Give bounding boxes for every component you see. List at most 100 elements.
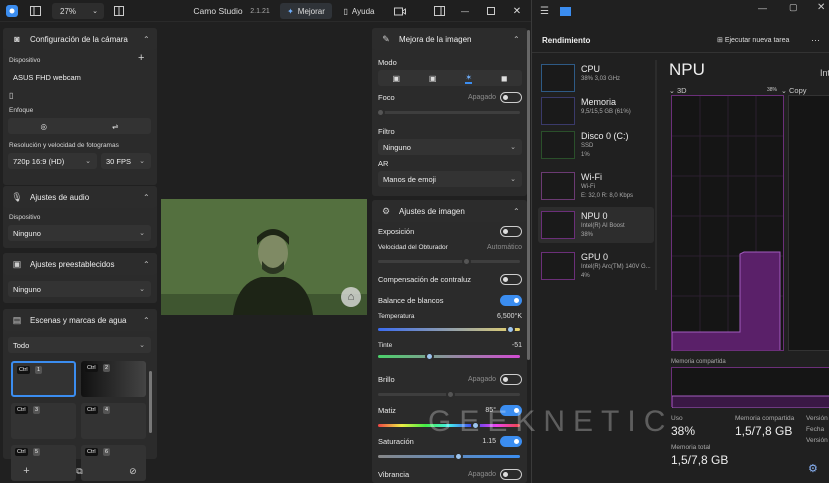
focus-slider-knob[interactable] bbox=[376, 108, 385, 117]
temperature-slider[interactable] bbox=[378, 325, 520, 334]
resource-detail: E: 32,0 R: 8,0 Kbps bbox=[581, 193, 634, 199]
focus-toggle[interactable] bbox=[500, 91, 522, 103]
focus-row: Foco Apagado bbox=[378, 91, 522, 103]
white-balance-toggle[interactable] bbox=[500, 294, 522, 306]
new-task-button[interactable]: ⊞ Ejecutar nueva tarea bbox=[717, 36, 789, 44]
resource-card[interactable]: NPU 0 Intel(R) AI Boost 38% bbox=[538, 207, 654, 243]
performance-title: Rendimiento bbox=[542, 36, 591, 45]
audio-header[interactable]: 🎙 Ajustes de audio ⌃ bbox=[3, 186, 157, 208]
minimize-icon[interactable]: — bbox=[758, 3, 767, 13]
directx-version-label: Versión bbox=[806, 437, 828, 444]
vibrance-toggle[interactable] bbox=[500, 468, 522, 480]
scenes-icon: ▤ bbox=[12, 314, 22, 325]
audio-device-select[interactable]: Ninguno ⌄ bbox=[8, 225, 151, 241]
backlight-toggle[interactable] bbox=[500, 273, 522, 285]
presets-select[interactable]: Ninguno ⌄ bbox=[8, 281, 151, 297]
focus-label: Foco bbox=[378, 92, 395, 102]
saturation-slider-knob[interactable] bbox=[453, 452, 463, 461]
improve-button[interactable]: ✦ Mejorar bbox=[280, 3, 332, 19]
chevron-up-icon: ⌃ bbox=[513, 34, 520, 44]
focus-mode-selector[interactable]: ◎ ⇌ bbox=[8, 118, 151, 134]
resource-card[interactable]: Memoria 9,5/15,5 GB (61%) bbox=[538, 93, 654, 129]
duplicate-scene-icon[interactable]: ⧉ bbox=[76, 466, 82, 477]
brightness-slider-knob[interactable] bbox=[446, 390, 455, 399]
saturation-slider[interactable] bbox=[378, 452, 520, 461]
scene-thumbnail[interactable]: Ctrl 3 bbox=[11, 403, 76, 439]
mode-person-icon[interactable]: ▣ bbox=[429, 74, 437, 83]
close-icon[interactable]: ✕ bbox=[817, 2, 825, 13]
zoom-select[interactable]: 27% ⌄ bbox=[52, 3, 104, 19]
panel-toggle-icon[interactable] bbox=[432, 3, 446, 19]
focus-auto-icon[interactable]: ◎ bbox=[41, 122, 48, 131]
resource-card[interactable]: GPU 0 Intel(R) Arc(TM) 140V G... 4% bbox=[538, 248, 654, 284]
settings-icon[interactable]: ⚙ bbox=[808, 462, 818, 475]
shared-memory-graph-label: Memoria compartida bbox=[671, 359, 726, 365]
shared-memory-value: 1,5/7,8 GB bbox=[735, 424, 793, 438]
camera-record-icon[interactable] bbox=[390, 3, 410, 19]
exposure-toggle[interactable] bbox=[500, 225, 522, 237]
chevron-up-icon: ⌃ bbox=[143, 259, 150, 269]
scenes-scrollbar[interactable] bbox=[149, 371, 152, 433]
resource-thumbnail bbox=[541, 172, 575, 200]
scenes-header[interactable]: ▤ Escenas y marcas de agua ⌃ bbox=[3, 309, 157, 331]
brightness-toggle[interactable] bbox=[500, 373, 522, 385]
add-scene-icon[interactable]: + bbox=[23, 465, 29, 477]
scene-thumbnail[interactable]: Ctrl 4 bbox=[81, 403, 146, 439]
scene-shortcut-number: 6 bbox=[103, 448, 111, 456]
split-view-icon[interactable] bbox=[112, 3, 126, 19]
add-device-icon[interactable]: + bbox=[138, 52, 144, 64]
adjust-header[interactable]: ⚙ Ajustes de imagen ⌃ bbox=[372, 200, 527, 222]
menu-icon[interactable]: ☰ bbox=[540, 6, 549, 17]
temperature-slider-knob[interactable] bbox=[505, 325, 515, 334]
mode-portrait-icon[interactable]: ▣ bbox=[392, 74, 400, 83]
ar-select[interactable]: Manos de emoji ⌄ bbox=[378, 171, 522, 187]
chevron-down-icon[interactable]: ⌄ bbox=[669, 87, 675, 95]
vibrance-state: Apagado bbox=[467, 470, 496, 478]
right-panel-scrollbar[interactable] bbox=[527, 30, 530, 360]
resource-thumbnail bbox=[541, 131, 575, 159]
brightness-slider[interactable] bbox=[378, 390, 520, 399]
ar-value: Manos de emoji bbox=[383, 174, 436, 184]
tint-label: Tinte bbox=[378, 341, 393, 349]
resource-card[interactable]: CPU 38% 3,03 GHz bbox=[538, 60, 654, 96]
total-memory-label: Memoria total bbox=[671, 444, 711, 451]
shutter-slider[interactable] bbox=[378, 257, 520, 266]
focus-manual-icon[interactable]: ⇌ bbox=[112, 122, 118, 131]
clipboard-icon[interactable]: ▯ bbox=[9, 91, 13, 100]
presets-header[interactable]: ▣ Ajustes preestablecidos ⌃ bbox=[3, 253, 157, 275]
tint-slider[interactable] bbox=[378, 352, 520, 361]
audio-device-label: Dispositivo bbox=[9, 214, 41, 221]
help-button[interactable]: ▯ Ayuda bbox=[338, 3, 380, 19]
resource-card[interactable]: Disco 0 (C:) SSD 1% bbox=[538, 127, 654, 163]
chevron-down-icon[interactable]: ⌄ bbox=[781, 87, 787, 95]
more-options-icon[interactable]: ⋯ bbox=[811, 35, 820, 46]
scene-thumbnail[interactable]: Ctrl 2 bbox=[81, 361, 146, 397]
minimize-icon[interactable]: — bbox=[458, 3, 472, 19]
maximize-icon[interactable] bbox=[484, 3, 498, 19]
resource-card[interactable]: Wi-Fi Wi-Fi E: 32,0 R: 8,0 Kbps bbox=[538, 168, 654, 204]
fps-select[interactable]: 30 FPS ⌄ bbox=[101, 153, 151, 169]
adjust-section-title: Ajustes de imagen bbox=[399, 206, 465, 216]
npu-3d-graph bbox=[671, 95, 784, 351]
device-select[interactable]: ASUS FHD webcam bbox=[8, 69, 151, 85]
shutter-slider-knob[interactable] bbox=[462, 257, 471, 266]
enhance-header[interactable]: ✎ Mejora de la imagen ⌃ bbox=[372, 28, 527, 50]
mode-studio-icon[interactable]: ✶ bbox=[465, 73, 473, 84]
scene-thumbnail[interactable]: Ctrl 1 bbox=[11, 361, 76, 397]
camera-settings-header[interactable]: ◙ Configuración de la cámara ⌃ bbox=[3, 28, 157, 50]
mode-selector[interactable]: ▣ ▣ ✶ ◼ bbox=[378, 70, 522, 86]
settings-icon: ⚙ bbox=[381, 205, 391, 216]
focus-slider[interactable] bbox=[376, 108, 520, 117]
close-icon[interactable]: ✕ bbox=[510, 3, 524, 19]
mode-profile-icon[interactable]: ◼ bbox=[501, 74, 508, 83]
tint-slider-knob[interactable] bbox=[424, 352, 434, 361]
left-panel: ◙ Configuración de la cámara ⌃ Dispositi… bbox=[0, 26, 160, 483]
sidebar-toggle-icon[interactable] bbox=[28, 3, 42, 19]
resolution-select[interactable]: 720p 16:9 (HD) ⌄ bbox=[8, 153, 97, 169]
graph-3d-percent: 38% bbox=[767, 87, 778, 93]
maximize-icon[interactable]: ▢ bbox=[789, 2, 798, 13]
filter-select[interactable]: Ninguno ⌄ bbox=[378, 139, 522, 155]
new-task-label: Ejecutar nueva tarea bbox=[724, 37, 790, 44]
hide-scene-icon[interactable]: ⊘ bbox=[129, 466, 137, 477]
scenes-filter-select[interactable]: Todo ⌄ bbox=[8, 337, 151, 353]
